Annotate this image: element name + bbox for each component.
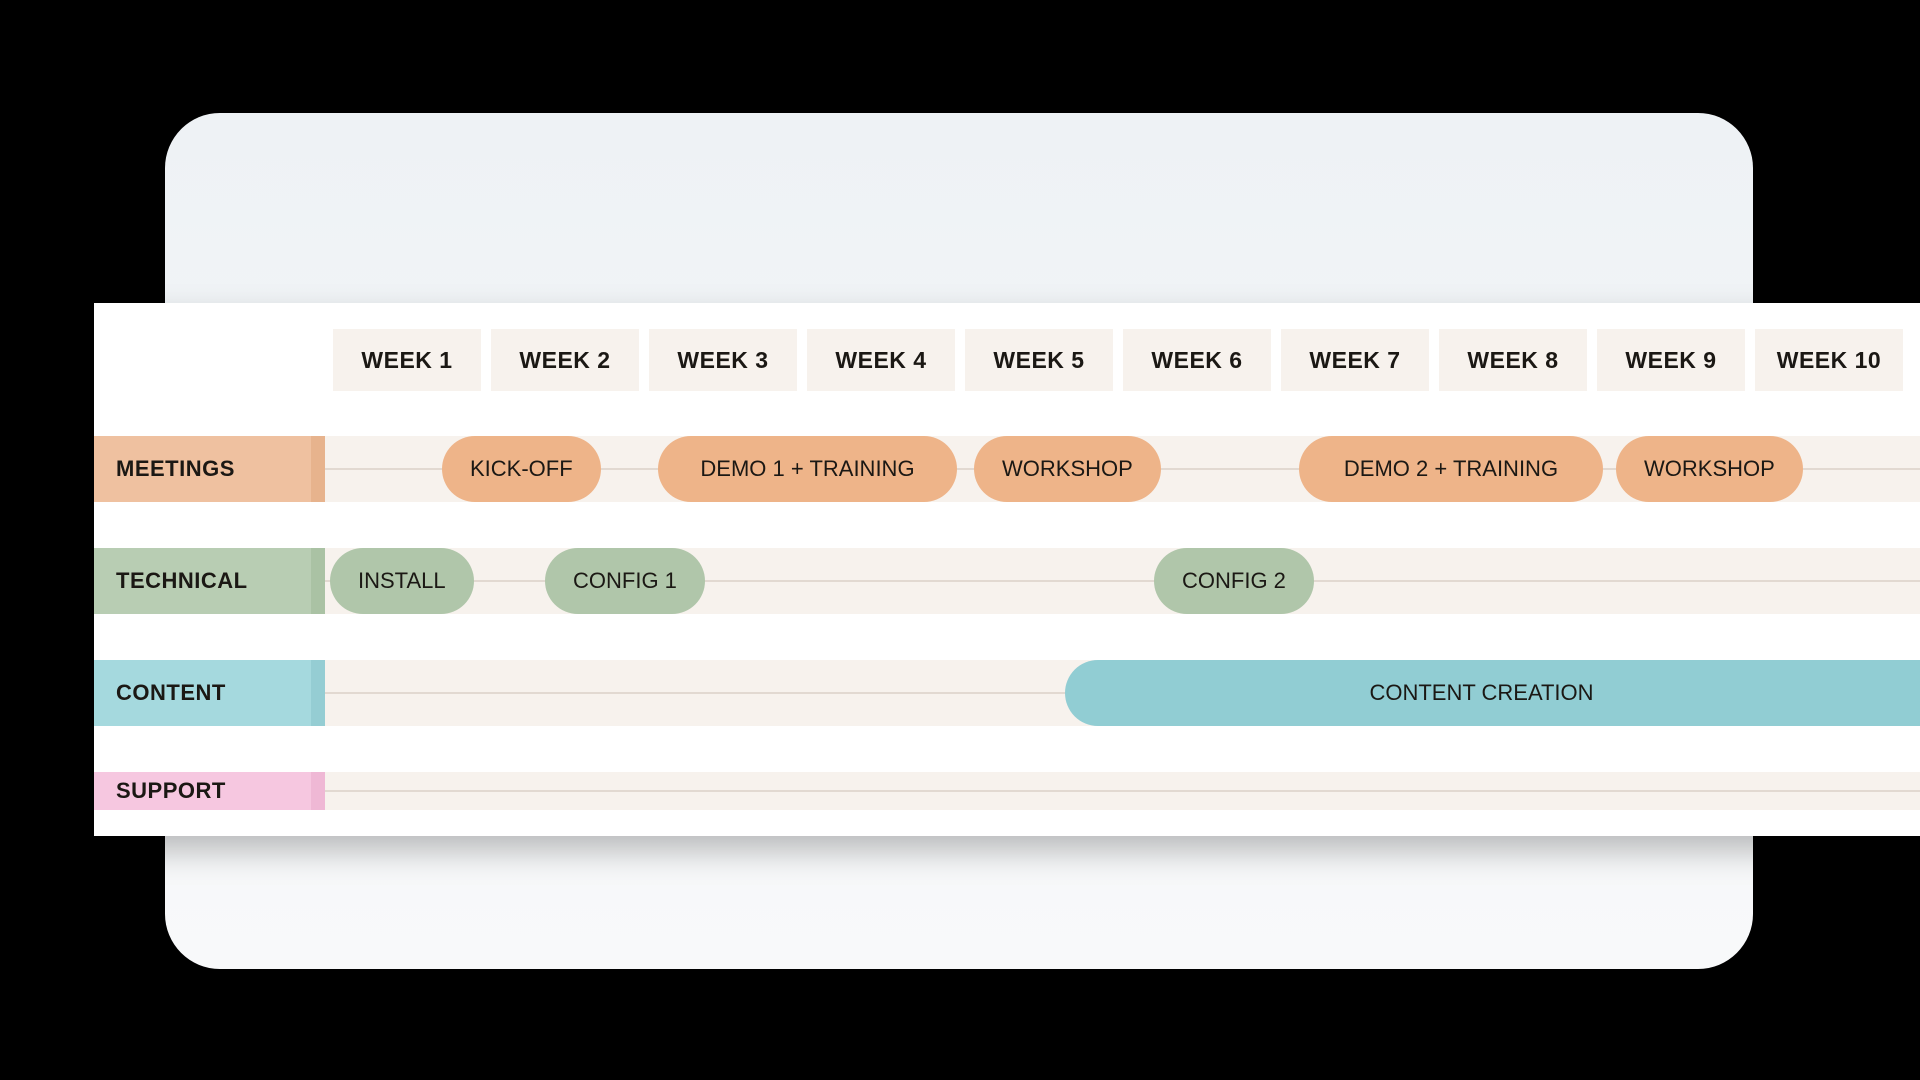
week-header: WEEK 8 <box>1439 329 1587 391</box>
pill-config1[interactable]: CONFIG 1 <box>545 548 705 614</box>
lane-label-technical: TECHNICAL <box>94 548 311 614</box>
lane-meetings: MEETINGS KICK-OFF DEMO 1 + TRAINING WORK… <box>94 436 1920 502</box>
week-header: WEEK 2 <box>491 329 639 391</box>
week-header: WEEK 1 <box>333 329 481 391</box>
pill-config2[interactable]: CONFIG 2 <box>1154 548 1314 614</box>
pill-content-creation[interactable]: CONTENT CREATION <box>1065 660 1920 726</box>
pill-demo2-training[interactable]: DEMO 2 + TRAINING <box>1299 436 1603 502</box>
pill-kickoff[interactable]: KICK-OFF <box>442 436 601 502</box>
lane-support: SUPPORT <box>94 772 1920 810</box>
pill-workshop-2[interactable]: WORKSHOP <box>1616 436 1803 502</box>
week-header: WEEK 7 <box>1281 329 1429 391</box>
gantt-panel: WEEK 1 WEEK 2 WEEK 3 WEEK 4 WEEK 5 WEEK … <box>94 303 1920 836</box>
pill-demo1-training[interactable]: DEMO 1 + TRAINING <box>658 436 957 502</box>
week-header: WEEK 5 <box>965 329 1113 391</box>
pill-install[interactable]: INSTALL <box>330 548 474 614</box>
week-header: WEEK 4 <box>807 329 955 391</box>
lane-label-meetings: MEETINGS <box>94 436 311 502</box>
lane-label-content: CONTENT <box>94 660 311 726</box>
lane-midline <box>324 790 1920 792</box>
week-header: WEEK 10 <box>1755 329 1903 391</box>
lane-content: CONTENT CONTENT CREATION <box>94 660 1920 726</box>
week-header: WEEK 9 <box>1597 329 1745 391</box>
pill-workshop-1[interactable]: WORKSHOP <box>974 436 1161 502</box>
lane-label-support: SUPPORT <box>94 772 311 810</box>
weeks-header-row: WEEK 1 WEEK 2 WEEK 3 WEEK 4 WEEK 5 WEEK … <box>333 329 1920 391</box>
week-header: WEEK 6 <box>1123 329 1271 391</box>
lane-technical: TECHNICAL INSTALL CONFIG 1 CONFIG 2 <box>94 548 1920 614</box>
week-header: WEEK 3 <box>649 329 797 391</box>
